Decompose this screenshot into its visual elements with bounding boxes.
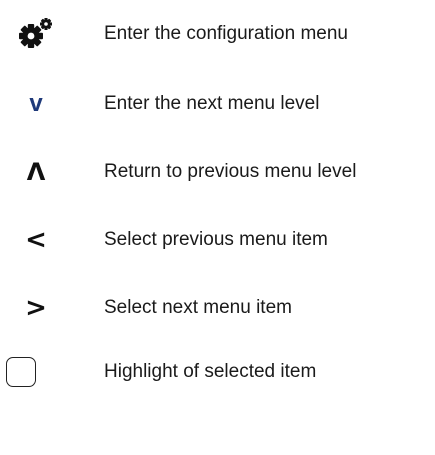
legend-row-next-level: v Enter the next menu level xyxy=(0,84,435,124)
legend-row-highlight: Highlight of selected item xyxy=(0,352,435,392)
greater-than-icon: > xyxy=(0,288,72,328)
chevron-down-glyph: v xyxy=(29,90,43,117)
legend-label-highlight: Highlight of selected item xyxy=(104,361,317,382)
gear-icon xyxy=(0,14,72,54)
chevron-down-icon: v xyxy=(0,84,72,124)
caret-up-icon: Λ xyxy=(0,152,72,192)
legend-row-configuration: Enter the configuration menu xyxy=(0,14,435,54)
rounded-box-icon xyxy=(0,352,72,392)
legend-label-next-level: Enter the next menu level xyxy=(104,93,320,114)
legend-row-previous-item: < Select previous menu item xyxy=(0,220,435,260)
legend-label-previous-item: Select previous menu item xyxy=(104,229,328,250)
highlight-box-shape xyxy=(6,357,36,387)
greater-than-glyph: > xyxy=(25,293,47,323)
legend-row-next-item: > Select next menu item xyxy=(0,288,435,328)
less-than-icon: < xyxy=(0,220,72,260)
legend-label-next-item: Select next menu item xyxy=(104,297,292,318)
gear-icon-graphic xyxy=(19,18,52,48)
legend-label-previous-level: Return to previous menu level xyxy=(104,161,357,182)
caret-up-glyph: Λ xyxy=(26,158,46,186)
less-than-glyph: < xyxy=(25,225,47,255)
legend-row-previous-level: Λ Return to previous menu level xyxy=(0,152,435,192)
legend-label-configuration: Enter the configuration menu xyxy=(104,23,348,44)
